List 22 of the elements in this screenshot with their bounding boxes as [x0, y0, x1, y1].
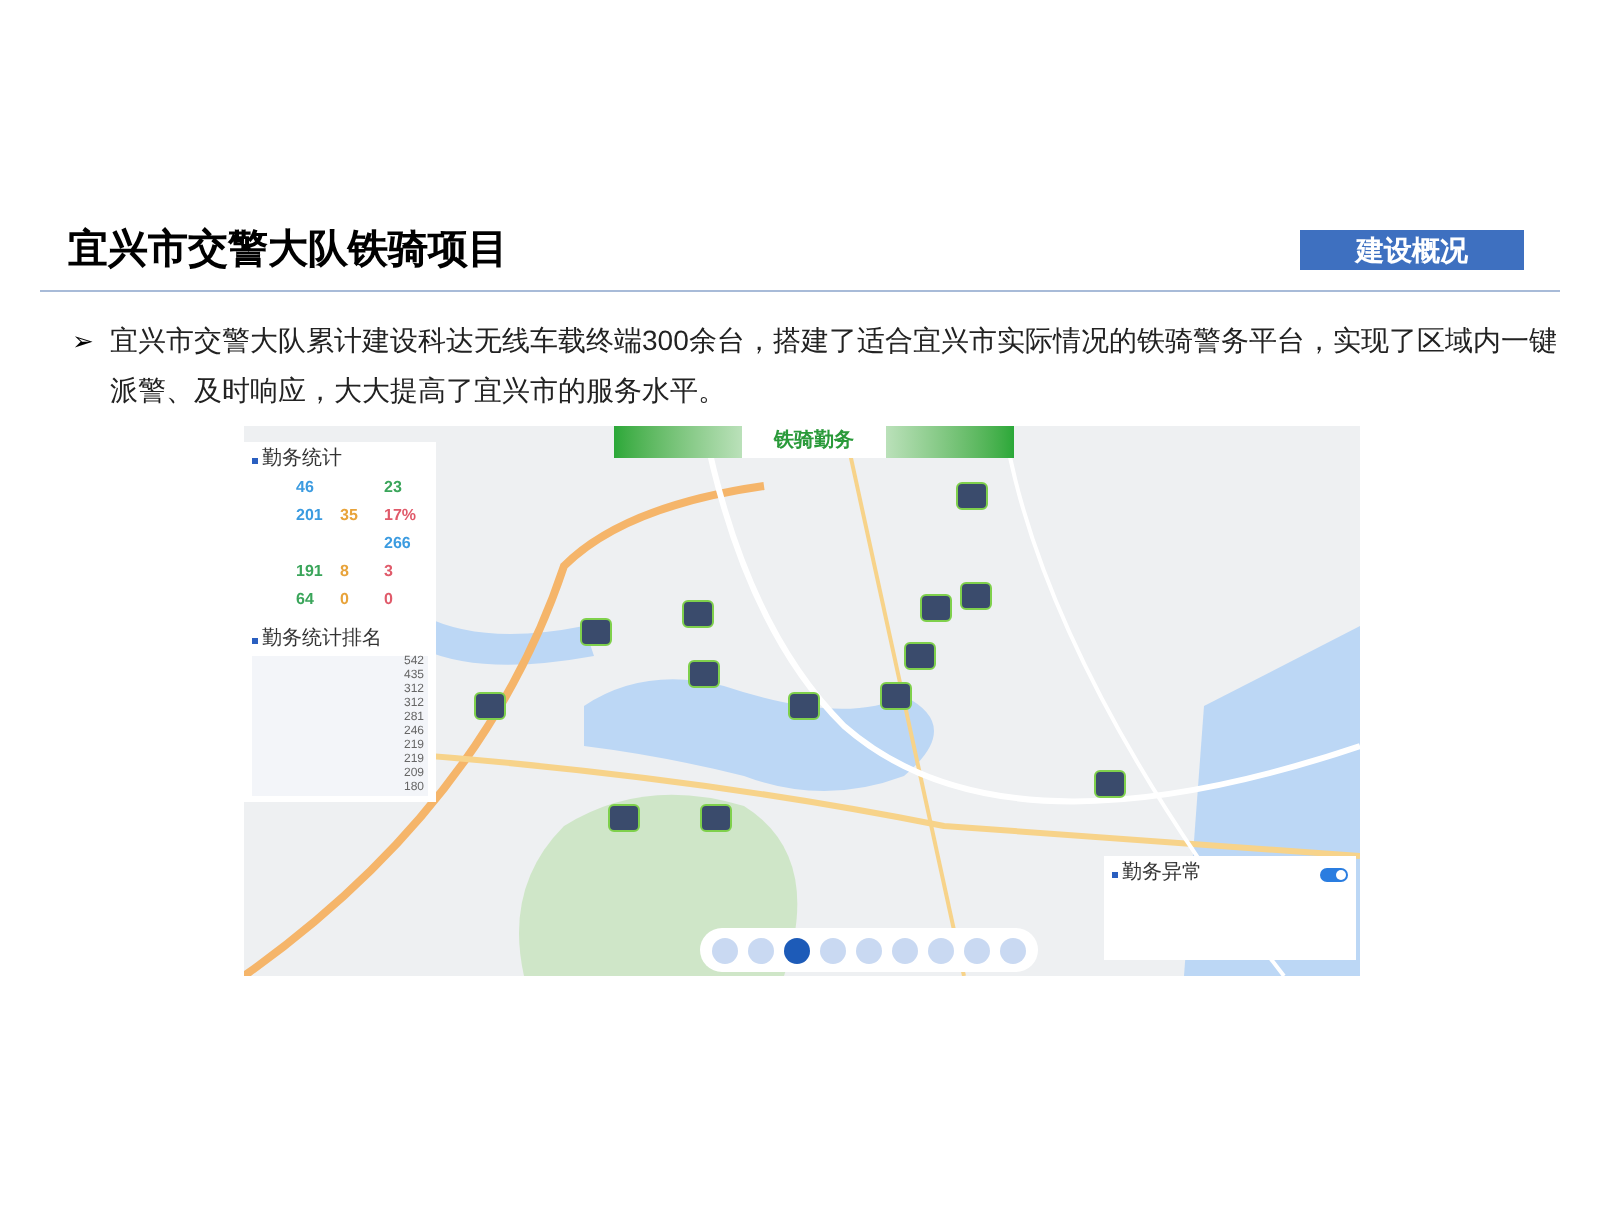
stat-value: 64: [296, 590, 316, 610]
stat-value: 17%: [384, 506, 419, 526]
section-badge: 建设概况: [1300, 230, 1524, 270]
panel-title: 勤务统计排名: [262, 628, 382, 652]
stat-value: 201: [296, 506, 325, 526]
stat-value: 266: [384, 534, 413, 554]
toolbar-icon[interactable]: [784, 937, 810, 963]
stat-value: 3: [384, 562, 395, 582]
stat-value: 46: [296, 478, 316, 498]
panel-title: 勤务统计: [262, 448, 342, 472]
stat-value: 0: [340, 590, 351, 610]
bullet-marker: ➢: [72, 324, 94, 360]
bullet-text: 宜兴市交警大队累计建设科达无线车载终端300余台，搭建了适合宜兴市实际情况的铁骑警务平台，实现了区域内一键派警、及时响应，大大提高了宜兴市的服务水平。: [110, 322, 1558, 410]
stat-value: 0: [384, 590, 395, 610]
banner-title: 铁骑勤务: [742, 426, 886, 458]
stat-value: 35: [340, 506, 360, 526]
stat-value: 23: [384, 478, 404, 498]
stat-value: 8: [340, 562, 351, 582]
toggle-switch[interactable]: [1320, 867, 1348, 881]
slide-title: 宜兴市交警大队铁骑项目: [68, 225, 508, 276]
stat-value: 191: [296, 562, 325, 582]
panel-title: 勤务异常: [1122, 862, 1202, 886]
